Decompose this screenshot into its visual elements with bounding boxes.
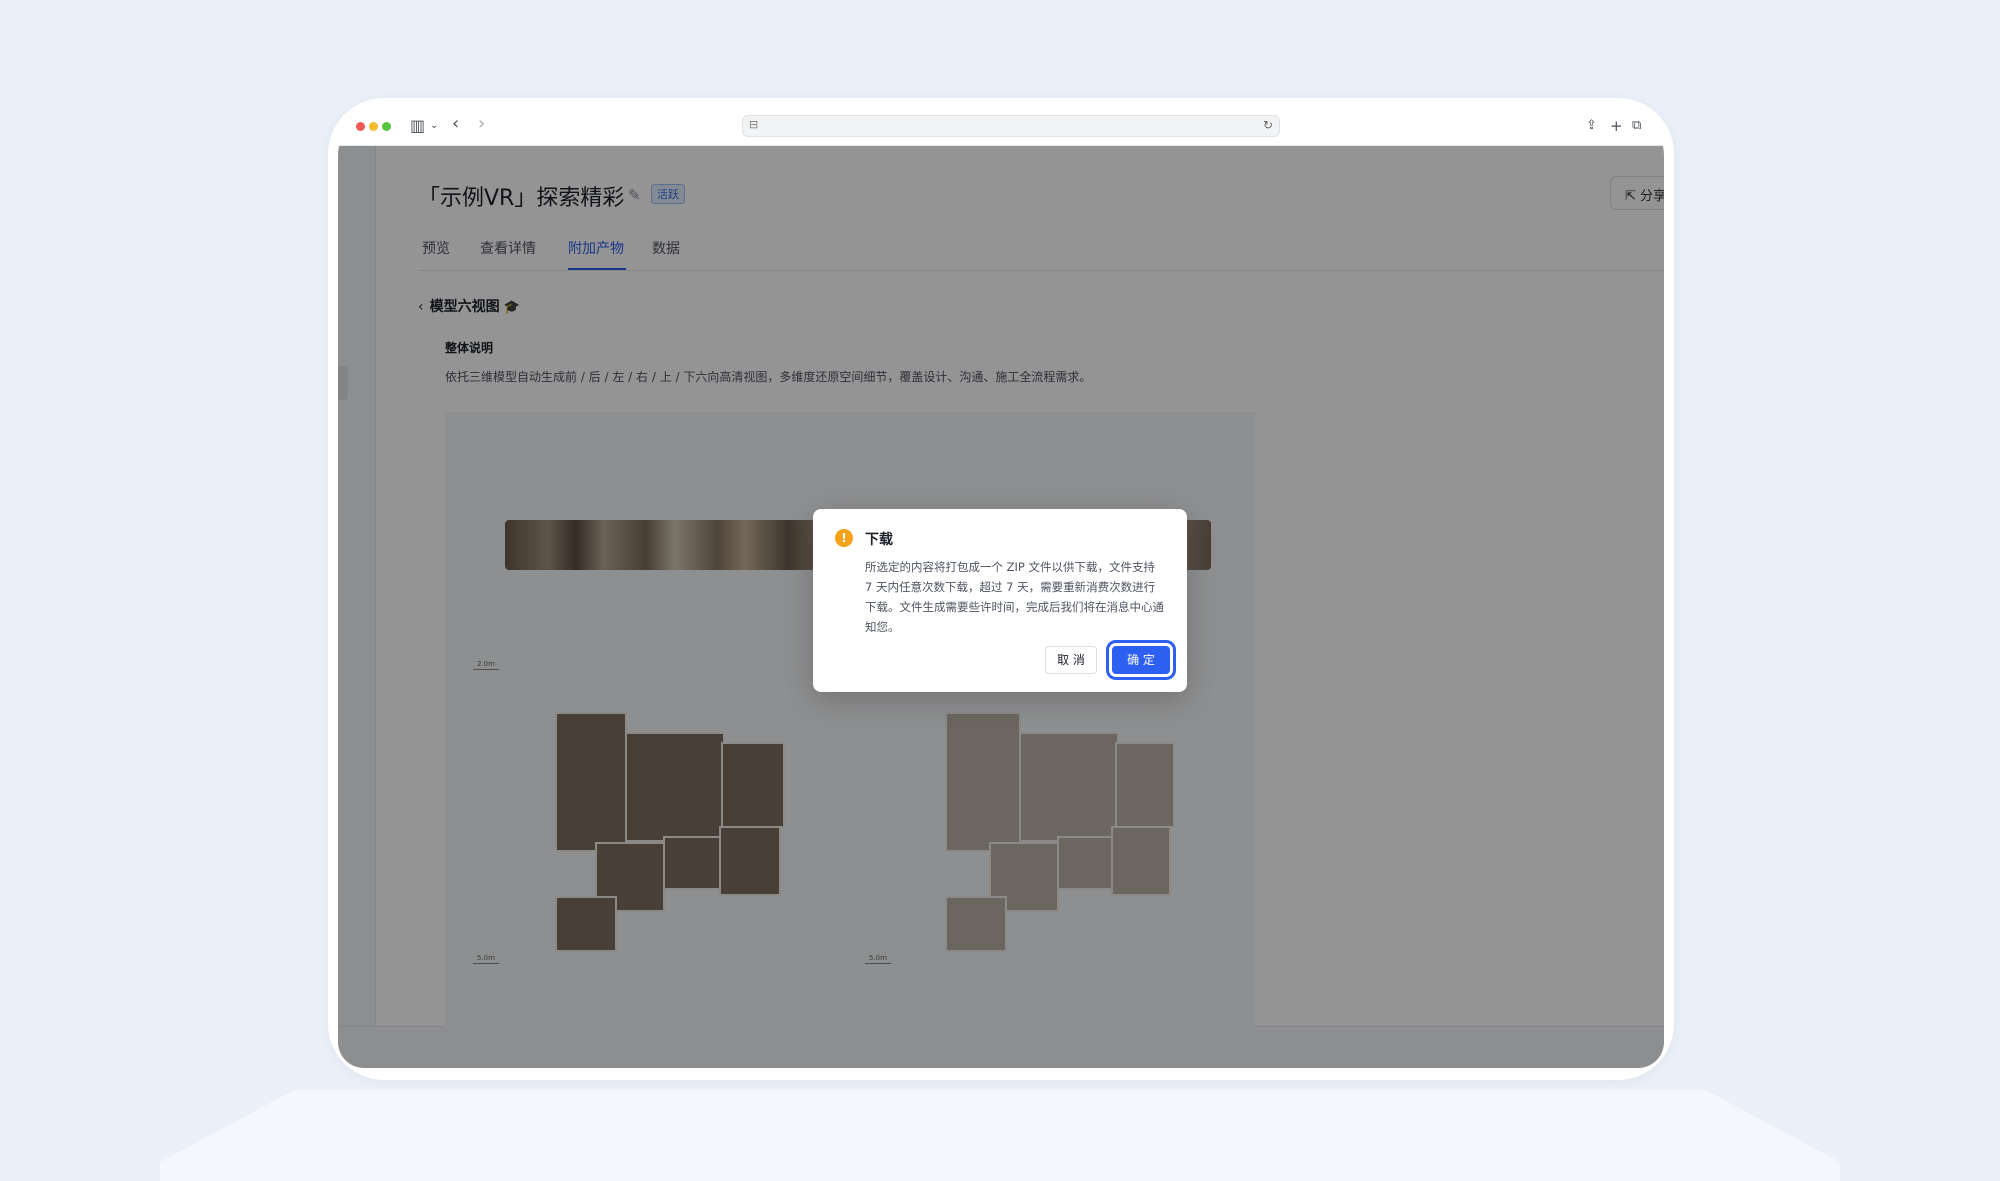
browser-toolbar: ▥ ⌄ ‹ › ⊟ ↻ ⇪ + ⧉	[338, 108, 1664, 146]
dialog-message: 所选定的内容将打包成一个 ZIP 文件以供下载，文件支持 7 天内任意次数下载，…	[865, 560, 1164, 634]
dialog-title: 下载	[865, 532, 893, 548]
address-bar[interactable]: ⊟ ↻	[742, 115, 1280, 137]
sidebar-toggle-icon[interactable]: ▥	[410, 116, 425, 136]
close-window-button[interactable]	[356, 122, 365, 131]
warning-icon: !	[835, 529, 853, 547]
site-info-icon: ⊟	[749, 118, 759, 131]
forward-nav-icon[interactable]: ›	[478, 114, 485, 134]
download-dialog: ! 下载 所选定的内容将打包成一个 ZIP 文件以供下载，文件支持 7 天内任意…	[813, 509, 1187, 692]
reload-icon[interactable]: ↻	[1263, 118, 1273, 132]
cancel-button[interactable]: 取 消	[1045, 646, 1097, 674]
back-nav-icon[interactable]: ‹	[452, 114, 459, 134]
minimize-window-button[interactable]	[369, 122, 378, 131]
confirm-button[interactable]: 确 定	[1112, 646, 1170, 674]
browser-window: ▥ ⌄ ‹ › ⊟ ↻ ⇪ + ⧉ 「示例VR」探索精彩 ✎ 活跃 ⇱ 分享 预…	[338, 108, 1664, 1068]
tab-overview-icon[interactable]: ⧉	[1632, 116, 1641, 136]
chevron-down-icon[interactable]: ⌄	[430, 116, 438, 136]
device-frame: ▥ ⌄ ‹ › ⊟ ↻ ⇪ + ⧉ 「示例VR」探索精彩 ✎ 活跃 ⇱ 分享 预…	[328, 98, 1674, 1080]
laptop-base	[160, 1090, 1840, 1181]
new-tab-icon[interactable]: +	[1610, 116, 1623, 136]
maximize-window-button[interactable]	[382, 122, 391, 131]
share-icon[interactable]: ⇪	[1586, 116, 1597, 136]
